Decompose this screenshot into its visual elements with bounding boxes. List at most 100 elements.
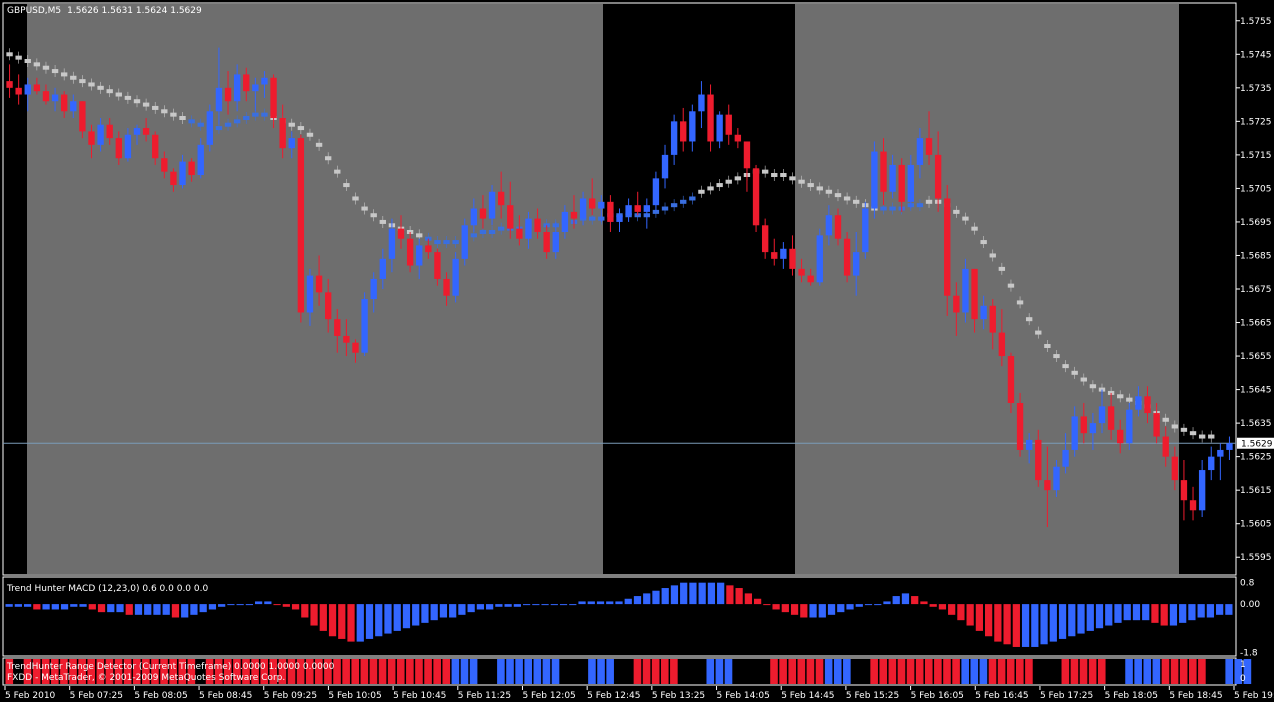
candle-body[interactable] — [834, 215, 842, 239]
candle-body[interactable] — [825, 215, 833, 236]
candle-body[interactable] — [734, 134, 742, 142]
candle-body[interactable] — [998, 332, 1006, 357]
candle-body[interactable] — [661, 154, 669, 179]
candle-body[interactable] — [634, 205, 641, 212]
candle-body[interactable] — [907, 164, 915, 202]
candle-body[interactable] — [115, 138, 122, 159]
candle-body[interactable] — [670, 121, 678, 155]
candle-body[interactable] — [297, 138, 305, 313]
candle-body[interactable] — [51, 94, 59, 102]
candle-body[interactable] — [379, 258, 386, 279]
candle-body[interactable] — [434, 252, 441, 279]
candle-body[interactable] — [816, 235, 823, 283]
candle-body[interactable] — [497, 191, 505, 206]
candle-body[interactable] — [680, 121, 687, 142]
candle-body[interactable] — [570, 211, 578, 219]
candle-body[interactable] — [1053, 466, 1060, 491]
candle-body[interactable] — [953, 295, 960, 313]
candle-body[interactable] — [142, 128, 150, 135]
candle-body[interactable] — [1189, 500, 1197, 511]
candle-body[interactable] — [707, 94, 714, 142]
candle-body[interactable] — [1089, 423, 1097, 434]
candle-body[interactable] — [33, 84, 41, 92]
candle-body[interactable] — [1126, 409, 1133, 444]
candle-body[interactable] — [88, 131, 95, 145]
candle-body[interactable] — [1153, 413, 1160, 437]
candle-body[interactable] — [425, 245, 432, 253]
candle-body[interactable] — [1198, 470, 1206, 511]
candle-body[interactable] — [616, 215, 623, 222]
candle-body[interactable] — [1117, 429, 1124, 444]
candle-body[interactable] — [270, 77, 277, 118]
candle-body[interactable] — [589, 198, 596, 209]
candle-body[interactable] — [1135, 396, 1142, 410]
candle-body[interactable] — [470, 208, 478, 226]
candle-body[interactable] — [416, 245, 423, 266]
candle-body[interactable] — [179, 161, 186, 186]
candle-body[interactable] — [752, 168, 760, 226]
candle-body[interactable] — [652, 178, 660, 206]
candle-body[interactable] — [798, 268, 805, 276]
chart-window[interactable]: GBPUSD,M5 1.5626 1.5631 1.5624 1.5629 1.5… — [0, 0, 1274, 702]
candle-body[interactable] — [525, 218, 532, 239]
candle-body[interactable] — [789, 248, 796, 269]
candle-body[interactable] — [70, 101, 77, 112]
candle-body[interactable] — [780, 248, 787, 259]
candle-body[interactable] — [944, 198, 951, 296]
candle-body[interactable] — [124, 134, 132, 159]
candle-body[interactable] — [1080, 416, 1087, 434]
candle-body[interactable] — [6, 81, 13, 88]
candle-body[interactable] — [488, 191, 496, 219]
candle-body[interactable] — [197, 144, 204, 175]
candle-body[interactable] — [843, 238, 851, 276]
candle-body[interactable] — [980, 305, 987, 320]
candle-body[interactable] — [916, 138, 924, 165]
candle-body[interactable] — [743, 141, 751, 169]
candle-body[interactable] — [989, 305, 996, 333]
candle-body[interactable] — [1071, 416, 1078, 450]
candle-body[interactable] — [880, 151, 887, 192]
candle-body[interactable] — [579, 198, 587, 219]
candle-body[interactable] — [170, 171, 177, 186]
candle-body[interactable] — [643, 205, 650, 212]
candle-body[interactable] — [1016, 403, 1024, 450]
candle-body[interactable] — [106, 124, 113, 139]
candle-body[interactable] — [534, 218, 541, 232]
candle-body[interactable] — [42, 91, 50, 102]
candle-body[interactable] — [279, 118, 286, 149]
candle-body[interactable] — [133, 128, 141, 135]
candle-body[interactable] — [352, 342, 359, 353]
candle-body[interactable] — [79, 101, 86, 132]
candle-body[interactable] — [1171, 456, 1179, 481]
candle-body[interactable] — [361, 299, 368, 353]
candle-body[interactable] — [898, 164, 905, 202]
candle-body[interactable] — [1098, 406, 1106, 424]
candle-body[interactable] — [771, 252, 778, 259]
candle-body[interactable] — [725, 114, 732, 135]
candle-body[interactable] — [625, 205, 632, 216]
candle-body[interactable] — [252, 84, 259, 92]
candle-body[interactable] — [24, 84, 31, 95]
candle-body[interactable] — [224, 87, 232, 102]
candle-body[interactable] — [1007, 356, 1015, 403]
candle-body[interactable] — [716, 114, 723, 142]
candle-body[interactable] — [1226, 443, 1233, 450]
candle-body[interactable] — [334, 319, 341, 336]
candle-body[interactable] — [507, 205, 514, 229]
candle-body[interactable] — [1217, 449, 1224, 457]
candle-body[interactable] — [871, 151, 878, 209]
candle-body[interactable] — [1144, 396, 1151, 414]
candle-body[interactable] — [461, 225, 468, 259]
candle-body[interactable] — [215, 87, 223, 112]
candle-body[interactable] — [315, 275, 323, 293]
candle-body[interactable] — [1180, 480, 1188, 501]
candle-body[interactable] — [324, 292, 332, 320]
candle-body[interactable] — [689, 111, 696, 142]
candle-body[interactable] — [1107, 406, 1115, 430]
candle-body[interactable] — [807, 275, 814, 283]
candle-body[interactable] — [15, 87, 22, 95]
candle-body[interactable] — [561, 211, 569, 232]
candle-body[interactable] — [552, 232, 559, 253]
candle-body[interactable] — [1162, 436, 1169, 457]
candle-body[interactable] — [161, 158, 168, 172]
